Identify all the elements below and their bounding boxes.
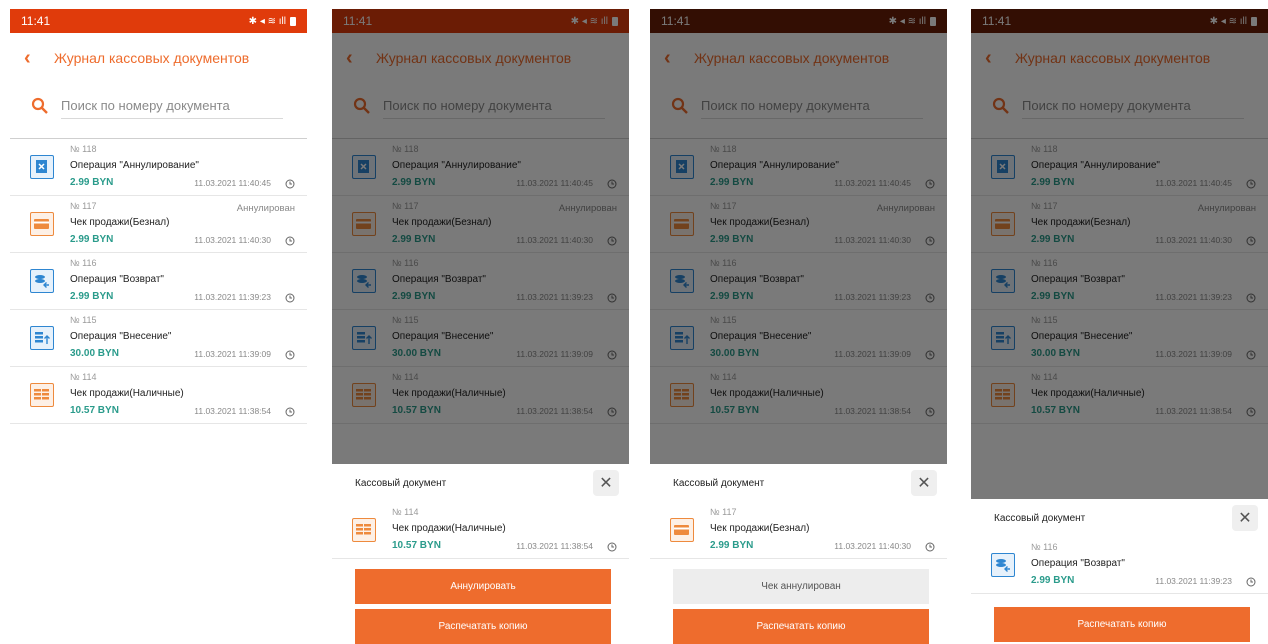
document-amount: 2.99 BYN xyxy=(70,291,114,302)
document-amount: 2.99 BYN xyxy=(70,234,114,245)
clock-icon xyxy=(285,176,295,189)
return-icon xyxy=(30,269,54,293)
document-datetime: 11.03.2021 11:39:23 xyxy=(1155,576,1232,586)
close-icon[interactable]: ✕ xyxy=(593,470,619,496)
list-item[interactable]: № 114 Чек продажи(Наличные) 10.57 BYN 11… xyxy=(10,367,307,424)
document-sheet: Кассовый документ ✕ № 114 Чек продажи(На… xyxy=(332,464,629,644)
document-operation: Чек продажи(Безнал) xyxy=(710,523,810,534)
document-list: № 118 Операция "Аннулирование" 2.99 BYN … xyxy=(10,139,307,424)
selected-document: № 116 Операция "Возврат" 2.99 BYN 11.03.… xyxy=(971,537,1268,594)
status-bar: 11:41 ✱ ◂ ≋ ıll xyxy=(10,9,307,33)
document-datetime: 11.03.2021 11:39:23 xyxy=(194,292,271,302)
document-operation: Чек продажи(Безнал) xyxy=(70,217,170,228)
document-datetime: 11.03.2021 11:40:45 xyxy=(194,178,271,188)
sheet-title: Кассовый документ xyxy=(994,512,1086,524)
screen-journal: 11:41 ✱ ◂ ≋ ıll ‹ Журнал кассовых докуме… xyxy=(10,9,307,644)
document-datetime: 11.03.2021 11:38:54 xyxy=(516,541,593,551)
card-icon xyxy=(30,212,54,236)
document-operation: Операция "Возврат" xyxy=(70,274,164,285)
document-amount: 2.99 BYN xyxy=(70,177,114,188)
document-operation: Операция "Возврат" xyxy=(1031,558,1125,569)
document-amount: 10.57 BYN xyxy=(392,540,441,551)
document-number: № 117 xyxy=(710,507,737,517)
document-datetime: 11.03.2021 11:40:30 xyxy=(834,541,911,551)
return-icon xyxy=(991,553,1015,577)
close-icon[interactable]: ✕ xyxy=(1232,505,1258,531)
status-time: 11:41 xyxy=(21,14,51,28)
selected-document: № 117 Чек продажи(Безнал) 2.99 BYN 11.03… xyxy=(650,502,947,559)
selected-document: № 114 Чек продажи(Наличные) 10.57 BYN 11… xyxy=(332,502,629,559)
document-number: № 117 xyxy=(70,201,97,211)
screen-document-117: 11:41 ✱ ◂ ≋ ıll ‹ Журнал кассовых докуме… xyxy=(650,9,947,644)
print-copy-button[interactable]: Распечатать копию xyxy=(673,609,929,644)
document-number: № 114 xyxy=(392,507,419,517)
clock-icon xyxy=(285,233,295,246)
search-icon xyxy=(31,97,49,115)
document-amount: 2.99 BYN xyxy=(710,540,754,551)
document-amount: 30.00 BYN xyxy=(70,348,119,359)
sheet-header: Кассовый документ ✕ xyxy=(650,464,947,502)
document-amount: 10.57 BYN xyxy=(70,405,119,416)
sheet-title: Кассовый документ xyxy=(355,477,447,489)
sheet-header: Кассовый документ ✕ xyxy=(971,499,1268,537)
document-operation: Операция "Внесение" xyxy=(70,331,172,342)
clock-icon xyxy=(285,290,295,303)
clock-icon xyxy=(1246,574,1256,587)
document-operation: Операция "Аннулирование" xyxy=(70,160,199,171)
close-icon[interactable]: ✕ xyxy=(911,470,937,496)
document-sheet: Кассовый документ ✕ № 117 Чек продажи(Бе… xyxy=(650,464,947,644)
document-number: № 114 xyxy=(70,372,97,382)
print-copy-button[interactable]: Распечатать копию xyxy=(355,609,611,644)
cash-icon xyxy=(30,383,54,407)
cash-icon xyxy=(352,518,376,542)
document-amount: 2.99 BYN xyxy=(1031,575,1075,586)
document-datetime: 11.03.2021 11:39:09 xyxy=(194,349,271,359)
document-operation: Чек продажи(Наличные) xyxy=(392,523,506,534)
clock-icon xyxy=(925,539,935,552)
sheet-header: Кассовый документ ✕ xyxy=(332,464,629,502)
document-number: № 115 xyxy=(70,315,97,325)
app-header: ‹ Журнал кассовых документов xyxy=(10,33,307,83)
deposit-icon xyxy=(30,326,54,350)
cancel-document-icon xyxy=(30,155,54,179)
page-title: Журнал кассовых документов xyxy=(54,50,250,66)
sheet-title: Кассовый документ xyxy=(673,477,765,489)
print-copy-button[interactable]: Распечатать копию xyxy=(994,607,1250,642)
document-number: № 118 xyxy=(70,144,97,154)
document-datetime: 11.03.2021 11:38:54 xyxy=(194,406,271,416)
search-input[interactable] xyxy=(61,92,283,119)
list-item[interactable]: № 117 Аннулирован Чек продажи(Безнал) 2.… xyxy=(10,196,307,253)
document-datetime: 11.03.2021 11:40:30 xyxy=(194,235,271,245)
screen-document-114: 11:41 ✱ ◂ ≋ ıll ‹ Журнал кассовых докуме… xyxy=(332,9,629,644)
screen-document-116: 11:41 ✱ ◂ ≋ ıll ‹ Журнал кассовых докуме… xyxy=(971,9,1268,644)
document-operation: Чек продажи(Наличные) xyxy=(70,388,184,399)
card-icon xyxy=(670,518,694,542)
search-bar xyxy=(10,83,307,128)
list-item[interactable]: № 116 Операция "Возврат" 2.99 BYN 11.03.… xyxy=(10,253,307,310)
list-item[interactable]: № 118 Операция "Аннулирование" 2.99 BYN … xyxy=(10,139,307,196)
clock-icon xyxy=(285,347,295,360)
status-badge: Аннулирован xyxy=(236,203,295,214)
battery-icon xyxy=(290,16,296,26)
status-icons: ✱ ◂ ≋ ıll xyxy=(249,16,296,27)
document-number: № 116 xyxy=(1031,542,1058,552)
annul-button[interactable]: Аннулировать xyxy=(355,569,611,604)
annulled-button: Чек аннулирован xyxy=(673,569,929,604)
clock-icon xyxy=(285,404,295,417)
chevron-left-icon[interactable]: ‹ xyxy=(24,47,54,70)
document-sheet: Кассовый документ ✕ № 116 Операция "Возв… xyxy=(971,499,1268,644)
document-number: № 116 xyxy=(70,258,97,268)
clock-icon xyxy=(607,539,617,552)
list-item[interactable]: № 115 Операция "Внесение" 30.00 BYN 11.0… xyxy=(10,310,307,367)
